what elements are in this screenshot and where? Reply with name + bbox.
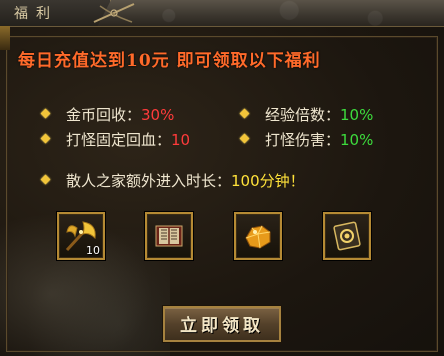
- benefit-label: 打怪固定回血：: [66, 131, 172, 149]
- benefit-hp-regen: 打怪固定回血：10: [40, 129, 191, 150]
- benefit-exp-multiplier: 经验倍数：10%: [239, 104, 374, 125]
- headline: 每日充值达到10元 即可领取以下福利: [18, 51, 321, 71]
- diamond-bullet-icon: [239, 133, 250, 144]
- benefit-value: 30%: [141, 106, 175, 124]
- corner-ornament: [0, 26, 10, 50]
- book-icon: [155, 225, 183, 247]
- tab-welfare-label: 福利: [14, 6, 58, 22]
- reward-slot-book[interactable]: [145, 212, 193, 260]
- claim-button[interactable]: 立即领取: [163, 306, 281, 342]
- benefit-label: 散人之家额外进入时长：: [66, 172, 232, 190]
- benefit-gold-recycle: 金币回收：30%: [40, 104, 175, 125]
- diamond-bullet-icon: [40, 133, 51, 144]
- benefit-value: 10: [171, 131, 191, 149]
- benefit-value: 10%: [340, 106, 374, 124]
- benefit-value: 100分钟！: [231, 172, 305, 190]
- benefit-label: 金币回收：: [66, 106, 142, 124]
- diamond-bullet-icon: [40, 174, 51, 185]
- benefit-value: 10%: [340, 131, 374, 149]
- tab-ornament-icon: [93, 3, 135, 23]
- diamond-bullet-icon: [239, 108, 250, 119]
- reward-slot-axe[interactable]: 10: [57, 212, 105, 260]
- diamond-bullet-icon: [40, 108, 51, 119]
- panel-frame: [6, 36, 438, 352]
- tab-bar: 福利: [0, 0, 444, 27]
- token-icon: [333, 221, 361, 251]
- tab-bar-texture: [100, 0, 444, 26]
- reward-quantity: 10: [86, 244, 100, 257]
- benefit-home-time: 散人之家额外进入时长：100分钟！: [40, 170, 305, 191]
- benefit-label: 打怪伤害：: [265, 131, 341, 149]
- reward-slot-gold[interactable]: [234, 212, 282, 260]
- gold-ore-icon: [245, 225, 271, 249]
- reward-slot-token[interactable]: [323, 212, 371, 260]
- benefit-label: 经验倍数：: [265, 106, 341, 124]
- benefit-damage: 打怪伤害：10%: [239, 129, 374, 150]
